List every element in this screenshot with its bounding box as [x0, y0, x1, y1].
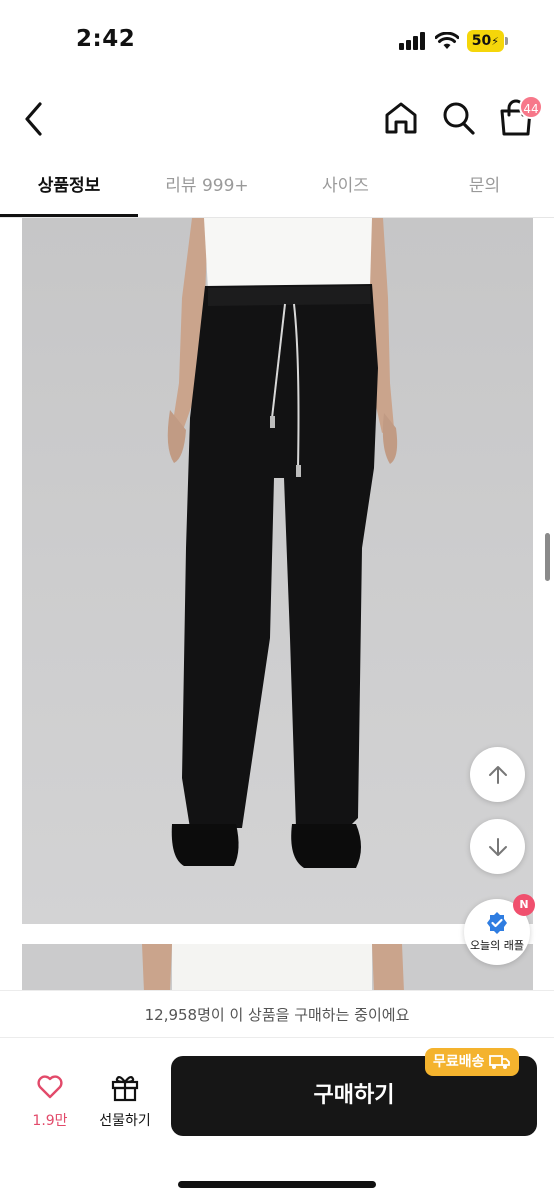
home-icon[interactable]	[382, 98, 420, 138]
free-shipping-badge: 무료배송	[425, 1048, 519, 1076]
verified-icon	[487, 912, 507, 934]
gift-button[interactable]: 선물하기	[88, 1070, 162, 1134]
scroll-down-button[interactable]	[470, 819, 525, 874]
back-icon[interactable]	[18, 98, 52, 140]
status-time: 2:42	[76, 26, 136, 52]
heart-icon	[37, 1075, 63, 1099]
product-image-2	[22, 944, 533, 992]
wifi-icon	[434, 32, 459, 49]
product-tabs: 상품정보 리뷰 999+ 사이즈 문의	[0, 158, 554, 218]
signal-icon	[398, 32, 425, 50]
scroll-up-button[interactable]	[470, 747, 525, 802]
top-nav	[0, 80, 554, 158]
tab-product-info[interactable]: 상품정보	[0, 158, 138, 217]
arrow-up-icon	[488, 765, 507, 784]
search-icon[interactable]	[440, 98, 478, 138]
product-image	[22, 218, 533, 924]
like-button[interactable]: 1.9만	[20, 1070, 80, 1134]
new-badge: N	[513, 894, 535, 916]
scrollbar[interactable]	[545, 533, 550, 581]
battery-level: 50	[471, 33, 492, 49]
raffle-label: 오늘의 래플	[469, 939, 525, 952]
home-indicator	[178, 1181, 376, 1188]
arrow-down-icon	[488, 837, 507, 856]
tab-size[interactable]: 사이즈	[276, 158, 415, 217]
free-shipping-label: 무료배송	[433, 1054, 485, 1070]
tab-reviews[interactable]: 리뷰 999+	[138, 158, 276, 217]
gift-label: 선물하기	[99, 1113, 151, 1129]
status-bar: 2:42 50⚡	[0, 0, 554, 80]
cart-count-badge: 44	[519, 95, 543, 119]
like-count: 1.9만	[32, 1113, 68, 1129]
buyer-count-banner: 12,958명이 이 상품을 구매하는 중이에요	[0, 990, 554, 1038]
status-icons: 50⚡	[398, 30, 508, 52]
battery-indicator: 50⚡	[466, 30, 508, 52]
truck-icon	[488, 1055, 510, 1069]
tab-inquiry[interactable]: 문의	[415, 158, 554, 217]
gift-icon	[111, 1075, 139, 1102]
